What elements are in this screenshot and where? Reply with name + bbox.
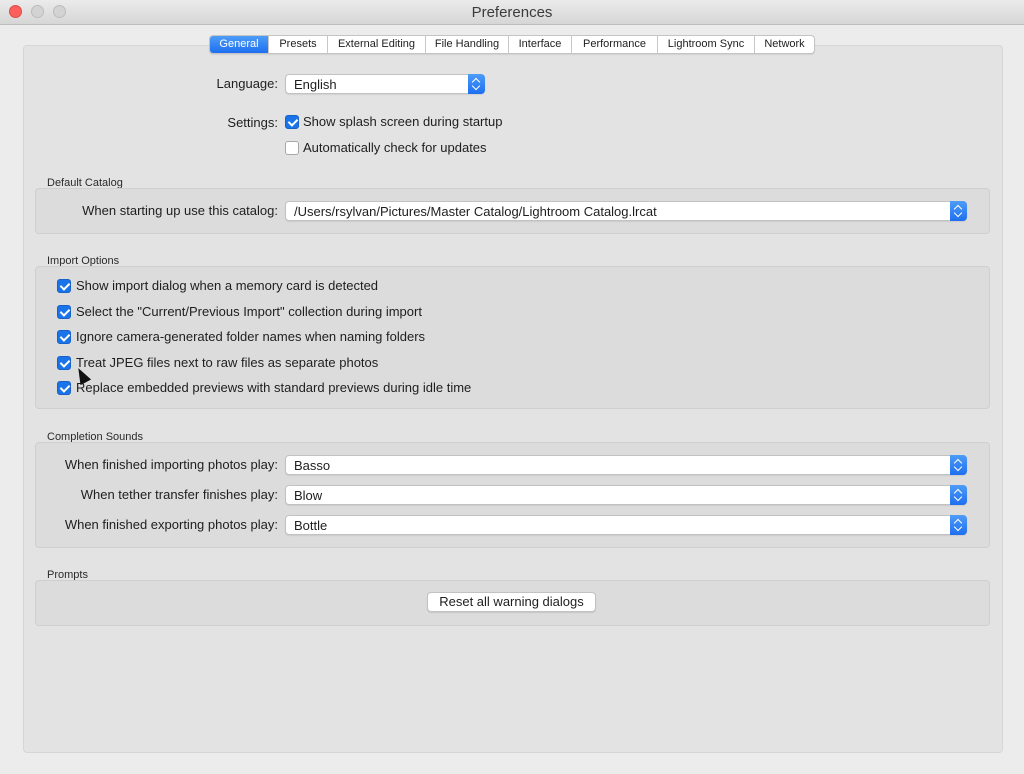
check-updates-label: Automatically check for updates	[303, 140, 487, 155]
import-option-label: Show import dialog when a memory card is…	[76, 278, 379, 293]
tab-interface[interactable]: Interface	[509, 36, 572, 53]
import-sound-popup[interactable]: Basso	[285, 455, 967, 475]
import-option-checkbox[interactable]	[57, 279, 71, 293]
tab-network[interactable]: Network	[755, 36, 814, 53]
popup-chevrons-icon	[950, 455, 967, 475]
tab-performance[interactable]: Performance	[572, 36, 658, 53]
splash-screen-checkbox[interactable]	[285, 115, 299, 129]
export-sound-label: When finished exporting photos play:	[64, 517, 278, 532]
check-updates-checkbox[interactable]	[285, 141, 299, 155]
default-catalog-popup[interactable]: /Users/rsylvan/Pictures/Master Catalog/L…	[285, 201, 967, 221]
tab-general[interactable]: General	[210, 36, 269, 53]
import-sound-label: When finished importing photos play:	[64, 457, 278, 472]
import-sound-value: Basso	[294, 458, 331, 473]
language-value: English	[294, 77, 337, 92]
tab-file-handling[interactable]: File Handling	[426, 36, 509, 53]
reset-warning-dialogs-button[interactable]: Reset all warning dialogs	[427, 592, 596, 612]
tether-sound-label: When tether transfer finishes play:	[80, 487, 278, 502]
default-catalog-value: /Users/rsylvan/Pictures/Master Catalog/L…	[294, 204, 657, 219]
import-option-label: Treat JPEG files next to raw files as se…	[76, 355, 379, 370]
popup-chevrons-icon	[950, 515, 967, 535]
language-label: Language:	[216, 76, 278, 91]
language-popup[interactable]: English	[285, 74, 485, 94]
tab-lightroom-sync[interactable]: Lightroom Sync	[658, 36, 755, 53]
import-option-label: Ignore camera-generated folder names whe…	[76, 329, 426, 344]
default-catalog-label: When starting up use this catalog:	[82, 203, 278, 218]
import-option-checkbox[interactable]	[57, 381, 71, 395]
import-option-label: Select the "Current/Previous Import" col…	[76, 304, 422, 319]
import-option-checkbox[interactable]	[57, 305, 71, 319]
window-title: Preferences	[471, 4, 553, 21]
import-option-checkbox[interactable]	[57, 330, 71, 344]
settings-label: Settings:	[227, 115, 278, 130]
popup-chevrons-icon	[468, 74, 485, 94]
export-sound-value: Bottle	[294, 518, 328, 533]
preferences-tab-bar: General Presets External Editing File Ha…	[209, 35, 815, 54]
import-option-checkbox[interactable]	[57, 356, 71, 370]
tab-external-editing[interactable]: External Editing	[328, 36, 426, 53]
tether-sound-value: Blow	[294, 488, 323, 503]
popup-chevrons-icon	[950, 485, 967, 505]
popup-chevrons-icon	[950, 201, 967, 221]
title-bar: Preferences	[0, 0, 1024, 25]
tether-sound-popup[interactable]: Blow	[285, 485, 967, 505]
tab-presets[interactable]: Presets	[269, 36, 328, 53]
splash-screen-label: Show splash screen during startup	[303, 114, 503, 129]
export-sound-popup[interactable]: Bottle	[285, 515, 967, 535]
import-option-label: Replace embedded previews with standard …	[76, 380, 472, 395]
